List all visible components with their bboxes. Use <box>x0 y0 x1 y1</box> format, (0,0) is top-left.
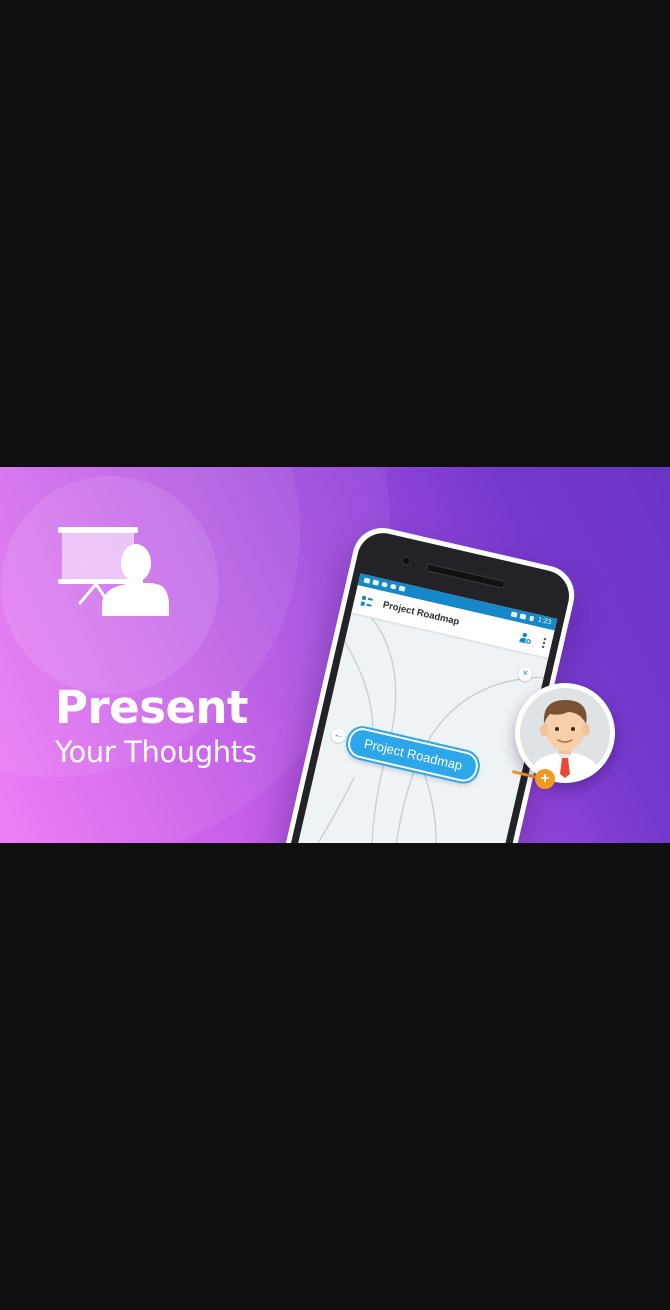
earpiece-speaker <box>425 563 506 590</box>
banner-subtitle: Your Thoughts <box>55 735 257 769</box>
front-camera <box>400 555 412 567</box>
signal-icon <box>519 613 527 620</box>
add-collaborator-button[interactable]: + <box>535 769 555 789</box>
play-store-icon <box>398 585 406 592</box>
wifi-icon <box>510 611 518 618</box>
notification-icon <box>363 577 371 584</box>
notification-icon <box>381 581 389 588</box>
app-logo-icon[interactable] <box>360 595 374 607</box>
notification-icon <box>389 583 397 590</box>
page: Present Your Thoughts 1:23 Project Roadm… <box>0 0 670 1310</box>
avatar-illustration <box>520 688 610 778</box>
user-avatar <box>515 683 615 783</box>
notification-icon <box>372 579 380 586</box>
presenter-icon <box>58 527 169 616</box>
more-vert-icon[interactable] <box>541 637 547 649</box>
banner-title: Present <box>55 681 249 734</box>
battery-icon <box>529 615 535 622</box>
promo-banner: Present Your Thoughts 1:23 Project Roadm… <box>0 467 670 843</box>
collaborator-add-icon[interactable] <box>519 631 533 645</box>
